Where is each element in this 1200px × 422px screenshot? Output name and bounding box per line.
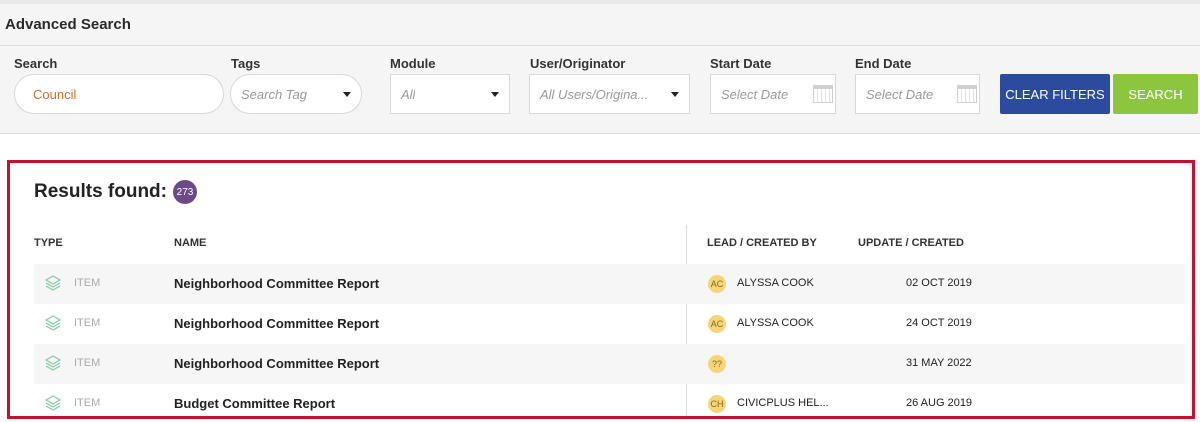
results-panel: Results found: 273 TYPE NAME LEAD / CREA… bbox=[7, 160, 1195, 419]
tags-select[interactable]: Search Tag bbox=[230, 74, 362, 114]
start-date-placeholder: Select Date bbox=[721, 86, 789, 102]
row-date: 31 MAY 2022 bbox=[906, 357, 972, 369]
row-date: 02 OCT 2019 bbox=[906, 277, 972, 289]
row-date: 26 AUG 2019 bbox=[906, 397, 973, 409]
results-heading: Results found: 273 bbox=[34, 180, 197, 204]
layers-icon bbox=[44, 355, 62, 371]
caret-down-icon bbox=[671, 92, 679, 97]
row-lead: ALYSSA COOK bbox=[737, 317, 814, 329]
end-date-input[interactable]: Select Date bbox=[855, 74, 980, 114]
calendar-icon[interactable] bbox=[957, 85, 977, 103]
layers-icon bbox=[44, 275, 62, 291]
results-count-badge: 273 bbox=[173, 180, 197, 204]
module-label: Module bbox=[390, 56, 436, 71]
end-date-placeholder: Select Date bbox=[866, 86, 934, 102]
table-row[interactable]: ITEM Neighborhood Committee Report ?? 31… bbox=[34, 344, 1186, 384]
search-input[interactable]: Council bbox=[14, 74, 224, 114]
row-type: ITEM bbox=[74, 357, 101, 369]
module-select[interactable]: All bbox=[390, 74, 510, 114]
table-row[interactable]: ITEM Neighborhood Committee Report AC AL… bbox=[34, 304, 1186, 344]
top-bar: Advanced Search bbox=[0, 0, 1200, 46]
search-button[interactable]: SEARCH bbox=[1113, 74, 1198, 114]
user-select[interactable]: All Users/Origina... bbox=[529, 74, 690, 114]
column-header-updated[interactable]: UPDATE / CREATED bbox=[858, 237, 964, 249]
avatar: ?? bbox=[708, 355, 726, 373]
column-header-type[interactable]: TYPE bbox=[34, 237, 63, 249]
row-name-link[interactable]: Neighborhood Committee Report bbox=[174, 356, 379, 371]
avatar: AC bbox=[708, 275, 726, 293]
table-row[interactable]: ITEM Neighborhood Committee Report AC AL… bbox=[34, 264, 1186, 304]
row-type: ITEM bbox=[74, 277, 101, 289]
row-type: ITEM bbox=[74, 317, 101, 329]
end-date-label: End Date bbox=[855, 56, 912, 71]
row-lead: CIVICPLUS HEL... bbox=[737, 397, 829, 409]
column-header-lead[interactable]: LEAD / CREATED BY bbox=[707, 237, 817, 249]
user-value: All Users/Origina... bbox=[540, 86, 649, 102]
tags-label: Tags bbox=[231, 56, 261, 71]
module-value: All bbox=[401, 86, 416, 102]
results-title: Results found: bbox=[34, 181, 167, 202]
layers-icon bbox=[44, 315, 62, 331]
row-name-link[interactable]: Budget Committee Report bbox=[174, 396, 335, 411]
user-label: User/Originator bbox=[530, 56, 626, 71]
page-title: Advanced Search bbox=[5, 16, 131, 33]
calendar-icon[interactable] bbox=[813, 85, 833, 103]
tags-placeholder: Search Tag bbox=[241, 86, 308, 102]
caret-down-icon bbox=[491, 92, 499, 97]
caret-down-icon bbox=[343, 92, 351, 97]
row-name-link[interactable]: Neighborhood Committee Report bbox=[174, 316, 379, 331]
layers-icon bbox=[44, 395, 62, 411]
row-date: 24 OCT 2019 bbox=[906, 317, 972, 329]
table-row[interactable]: ITEM Budget Committee Report CH CIVICPLU… bbox=[34, 384, 1186, 416]
search-label: Search bbox=[14, 56, 58, 71]
row-type: ITEM bbox=[74, 397, 101, 409]
clear-filters-button[interactable]: CLEAR FILTERS bbox=[1000, 74, 1110, 114]
start-date-input[interactable]: Select Date bbox=[710, 74, 836, 114]
avatar: AC bbox=[708, 315, 726, 333]
row-lead: ALYSSA COOK bbox=[737, 277, 814, 289]
row-name-link[interactable]: Neighborhood Committee Report bbox=[174, 276, 379, 291]
filter-bar: Search Council Tags Search Tag Module Al… bbox=[0, 46, 1200, 134]
start-date-label: Start Date bbox=[710, 56, 772, 71]
column-header-name[interactable]: NAME bbox=[174, 237, 206, 249]
avatar: CH bbox=[708, 395, 726, 413]
search-input-value: Council bbox=[33, 86, 77, 102]
